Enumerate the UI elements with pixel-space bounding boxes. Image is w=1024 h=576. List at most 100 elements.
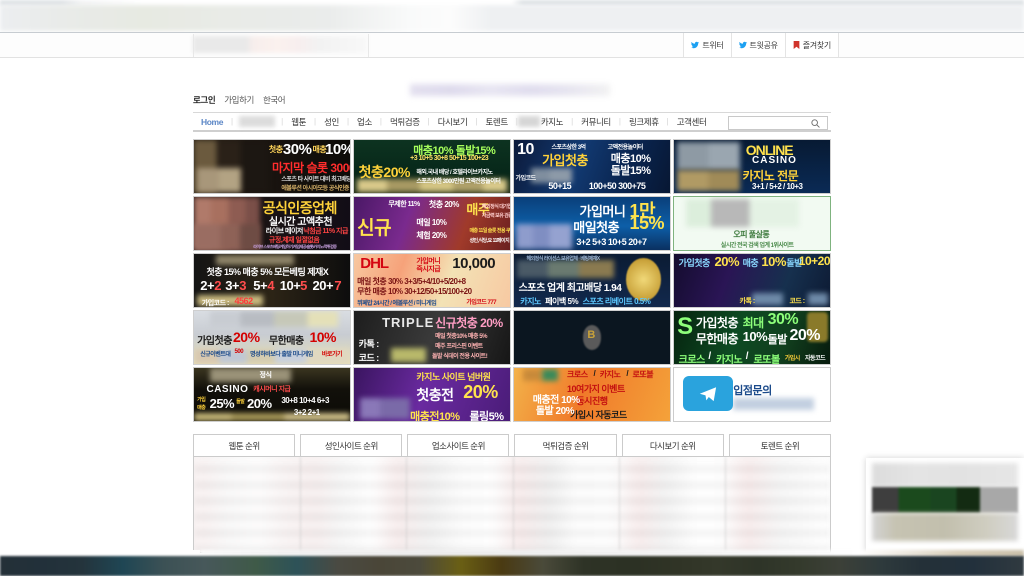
banner-text-line: 동시진행 — [576, 396, 608, 406]
ranking-tab-2[interactable]: 성인사이트 순위 — [300, 434, 403, 456]
banner-text-line: 스포츠상한 3000만원 고액전용놀이터 — [416, 179, 501, 185]
banner-ad-18[interactable]: 카지노 사이트 넘버원 첫충전 20% 매충전10% 롤링5% — [353, 367, 511, 422]
nav-item-webtoon[interactable]: 웹툰 — [283, 116, 314, 128]
browser-address-bar[interactable] — [0, 5, 1024, 31]
banner-text-line: 15% — [629, 213, 664, 233]
banner-text-line: 25% — [209, 396, 235, 411]
search-icon[interactable] — [811, 118, 820, 128]
banner-text-line: 실시간 전국 검색 업계 1위사이트 — [720, 243, 794, 249]
banner-ad-17[interactable]: 정식 CASINO 캐시머니 지급 가입 매충 25% 돌발 20% 30+8 10+4 6+3… — [193, 367, 351, 422]
banner-text-line: 4 — [267, 278, 275, 293]
banner-ad-4[interactable]: ONLINE CASINO 카지노 전문 3+1 / 5+2 / 10+3 — [673, 139, 831, 194]
nav-search-box[interactable] — [728, 116, 828, 130]
banner-text-line: 첫충전 — [416, 387, 454, 403]
banner-text-line: 에볼루션 아시아모등 공식인증 카지노 — [281, 186, 350, 192]
banner-text-line: S — [677, 313, 693, 340]
banner-text-line: 가입코드 : — [201, 300, 230, 307]
ranking-tab-5[interactable]: 다시보기 순위 — [621, 434, 724, 456]
banner-text-line: 20% — [714, 254, 740, 269]
banner-ad-12[interactable]: 가입첫충20%매충10%돌발10+20%카톡 :코드 : — [673, 253, 831, 308]
nav-item-torrent[interactable]: 토렌트 — [477, 116, 515, 128]
signup-link[interactable]: 가입하기 — [224, 94, 254, 106]
banner-ad-8[interactable]: 오피 풀살롱 실시간 전국 검색 업계 1위사이트 — [673, 196, 831, 251]
banner-text-line: 10 — [517, 141, 534, 158]
nav-item-adult[interactable]: 성인 — [316, 116, 347, 128]
nav-item-replay[interactable]: 다시보기 — [430, 116, 476, 128]
nav-item-home[interactable]: Home — [193, 117, 231, 127]
language-link[interactable]: 한국어 — [263, 94, 286, 106]
tweet-share-button[interactable]: 트윗공유 — [730, 33, 785, 57]
banner-ad-13[interactable]: 가입첫충 20% 무한매충 10% 신규이벤트대 500 명성하바보다 출발 미니게임 바로가… — [193, 310, 351, 365]
os-taskbar[interactable] — [0, 556, 1024, 576]
banner-ad-20[interactable]: 입점문의 — [673, 367, 831, 422]
banner-ad-16[interactable]: S 가입첫충 최대 30% 무한매충 10% 돌발 20% 크로스 / 카지노 / 로또볼 가입시 자동코드 — [673, 310, 831, 365]
banner-text-line: 해외정식 대기업자본 대기 — [481, 204, 510, 210]
banner-text-line: 체험 20% — [416, 231, 447, 240]
banner-ad-19[interactable]: 크로스 / 카지노 / 로또볼 10여가지 이벤트 동시진행 가입시 자동코드 매충전 10% 돌… — [513, 367, 671, 422]
banner-text-line: 코드 : — [358, 353, 380, 363]
banner-text-line: 매일 10% — [416, 218, 447, 227]
banner-text-line: 10% — [325, 141, 351, 158]
banner-ad-1[interactable]: 첫충30%매충10%마지막 슬롯 3000개스포츠 타 사이트 대비 최고배당에… — [193, 139, 351, 194]
banner-text-line: 스포츠 업계 최고배당 1.94 — [518, 283, 622, 294]
banner-text-line: 가입시 — [784, 356, 801, 362]
banner-text-line: 자동코드 — [805, 356, 826, 362]
banner-text-line: 캐시머니 지급 — [253, 386, 291, 393]
banner-text-line: CASINO — [752, 155, 797, 166]
banner-text-line: 10% — [742, 329, 768, 344]
banner-text-line: 뷔페밥 24시간 / 에볼루션 / 미니게임 — [357, 301, 437, 307]
banner-text-line: 매주 프리스핀 이벤트 — [435, 344, 483, 350]
banner-ad-10[interactable]: DHL 가입머니 즉시지급 10,000 매일 첫충 30% 3+3/5+4/10+5/… — [353, 253, 511, 308]
banner-text-line: 20% — [463, 382, 498, 402]
banner-text-line: 20% — [233, 329, 260, 345]
floating-widget-image-blurred — [872, 487, 1018, 513]
ranking-tab-4[interactable]: 먹튀검증 순위 — [514, 434, 617, 456]
nav-item-business[interactable]: 업소 — [349, 116, 380, 128]
nav-item-verification[interactable]: 먹튀검증 — [382, 116, 428, 128]
banner-text-line: 3+2 2+1 — [293, 408, 320, 417]
login-link[interactable]: 로그인 — [193, 94, 216, 106]
banner-text-line: 20+ — [312, 278, 334, 293]
banner-ad-7[interactable]: 가입머니 1만 매일첫충 15% 3+2 5+3 10+5 20+7 — [513, 196, 671, 251]
banner-ad-5[interactable]: 공식인증업체 실시간 고액추천 라이브 메이저 낙첨금 11% 지급 규정,제재 일절없… — [193, 196, 351, 251]
banner-text-line: 카지노 — [716, 355, 743, 365]
ranking-tab-6[interactable]: 토렌트 순위 — [728, 434, 831, 456]
search-input[interactable] — [729, 117, 811, 129]
nav-item-support[interactable]: 고객센터 — [669, 116, 715, 128]
floating-popup-widget[interactable] — [866, 458, 1024, 553]
banner-text-line: 3+ — [225, 278, 240, 293]
ranking-tab-label: 웹툰 순위 — [228, 440, 261, 451]
nav-item-partners[interactable]: 링크제휴 — [621, 116, 667, 128]
banner-mosaic-block — [733, 397, 815, 411]
banner-text-line: 가입시 자동코드 — [570, 410, 627, 420]
banner-text-line: 20% — [247, 396, 272, 411]
banner-text-line: 50+15 — [548, 181, 572, 191]
site-logo[interactable] — [0, 60, 1024, 98]
bookmark-button[interactable]: 즐겨찾기 — [784, 33, 839, 57]
banner-ad-15[interactable]: B — [513, 310, 671, 365]
nav-item-blurred[interactable] — [239, 116, 276, 127]
banner-ad-11[interactable]: 해외정식 라이선스 보유업체 · 베팅제재X 스포츠 업계 최고배당 1.94 카지… — [513, 253, 671, 308]
banner-ad-14[interactable]: TRIPLE 신규첫충 20% 카톡 : 코드 : 매일 첫충10% 매충 5% 매주 프… — [353, 310, 511, 365]
banner-mosaic-block — [542, 369, 558, 381]
nav-item-blurred-2[interactable] — [517, 116, 540, 127]
banner-ad-3[interactable]: 10 스포츠상한 3억 고액전용놀이터 가입첫충 매충10% 돌발15% 50+15 100+… — [513, 139, 671, 194]
banner-text-line: 페이백 5% — [545, 297, 579, 306]
banner-text-line: 매충 11일 슬롯 전용 쿠폰 — [469, 228, 511, 234]
ranking-tab-label: 성인사이트 순위 — [324, 440, 379, 451]
banner-ad-9[interactable]: 첫충 15% 매충 5% 모든베팅 제재X 2+ 2 3+ 3 5+ 4 10+ 5 20+ 7 가입… — [193, 253, 351, 308]
twitter-button-label: 트위터 — [702, 40, 724, 50]
banner-ad-6[interactable]: 무제한 11%첫충 20%신규매일 10%체험 20%매주해외정식 대기업자본 … — [353, 196, 511, 251]
banner-text-line: 돌발 20% — [535, 406, 575, 417]
banner-mosaic-block — [808, 293, 829, 305]
ranking-tab-1[interactable]: 웹툰 순위 — [193, 434, 296, 456]
ranking-content-panel[interactable] — [193, 456, 831, 553]
banner-mosaic-block — [517, 260, 614, 279]
nav-item-casino[interactable]: 카지노 — [541, 116, 571, 128]
twitter-button[interactable]: 트위터 — [683, 33, 731, 57]
banner-text-line: / — [593, 369, 596, 378]
banner-ad-2[interactable]: 매충10% 돌발15% +3 10+5 30+8 50+15 100+23 첫충20… — [353, 139, 511, 194]
nav-item-community[interactable]: 커뮤니티 — [573, 116, 619, 128]
topbar-blurred-field[interactable] — [193, 36, 368, 53]
ranking-tab-3[interactable]: 업소사이트 순위 — [407, 434, 510, 456]
